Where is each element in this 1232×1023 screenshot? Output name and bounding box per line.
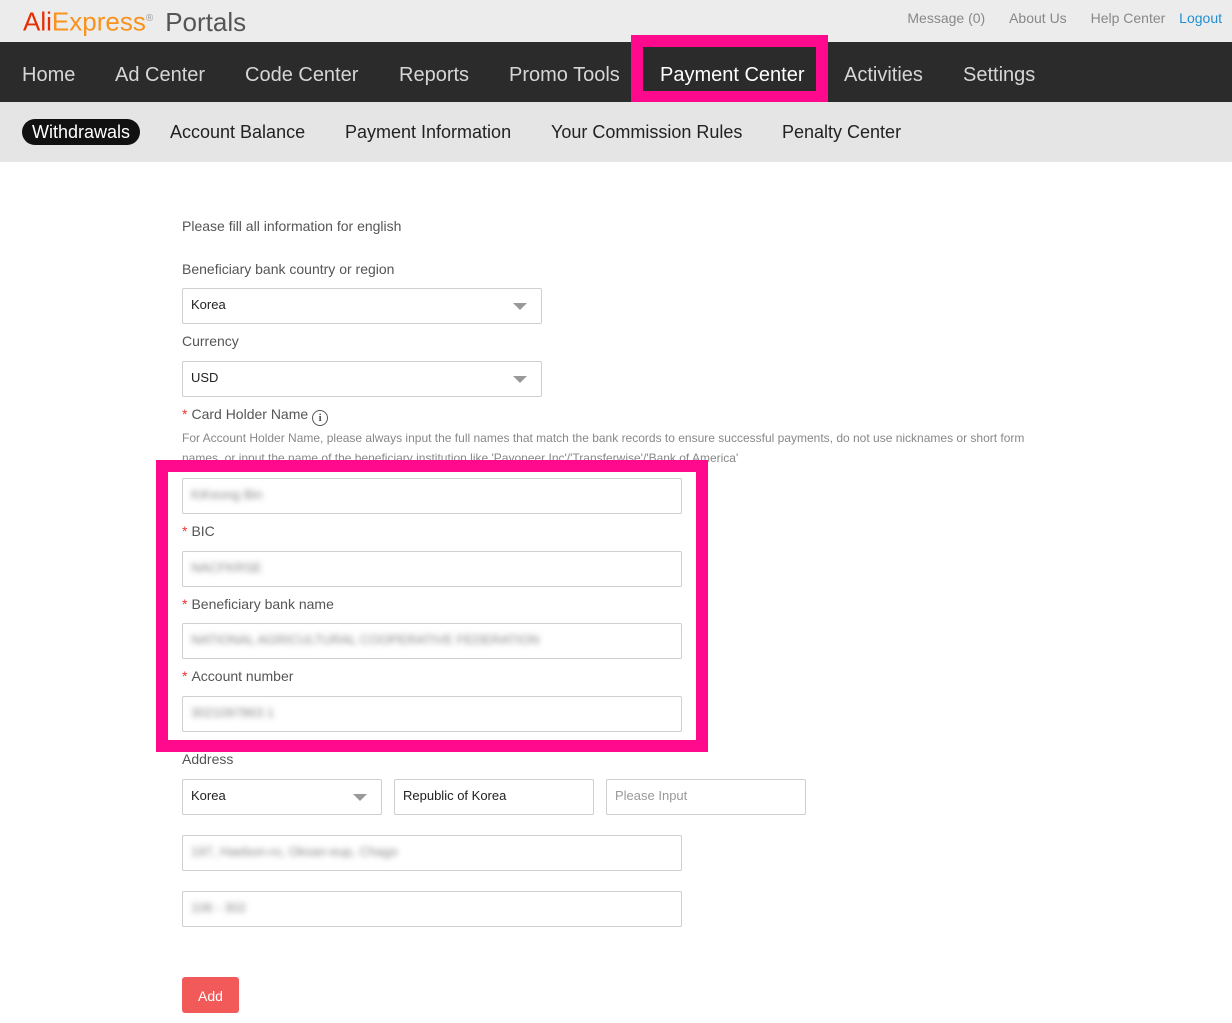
bic-value: NACFKRSE bbox=[191, 560, 262, 575]
chevron-down-icon bbox=[353, 794, 367, 801]
logout-link[interactable]: Logout bbox=[1179, 10, 1222, 26]
nav-home[interactable]: Home bbox=[22, 42, 75, 102]
subnav-payment-information[interactable]: Payment Information bbox=[345, 119, 511, 145]
card-holder-label: * Card Holder Name i bbox=[182, 406, 329, 426]
account-number-value: 3021097863 1 bbox=[191, 705, 275, 720]
account-number-input[interactable]: 3021097863 1 bbox=[182, 696, 682, 732]
bic-label-text: BIC bbox=[191, 523, 215, 539]
country-label: Beneficiary bank country or region bbox=[182, 261, 395, 277]
address-line1-value: 197, Haebon-ro, Oksan-eup, Chago bbox=[191, 844, 398, 859]
currency-select[interactable]: USD bbox=[182, 361, 542, 397]
currency-select-value: USD bbox=[191, 370, 219, 385]
card-holder-input[interactable]: KiKeong Bin bbox=[182, 478, 682, 514]
subnav-account-balance[interactable]: Account Balance bbox=[170, 119, 305, 145]
subnav-commission-rules[interactable]: Your Commission Rules bbox=[551, 119, 742, 145]
address-country-select[interactable]: Korea bbox=[182, 779, 382, 815]
bank-name-label: * Beneficiary bank name bbox=[182, 596, 334, 612]
bic-input[interactable]: NACFKRSE bbox=[182, 551, 682, 587]
nav-settings[interactable]: Settings bbox=[963, 42, 1035, 102]
address-line2-value: 106 - 302 bbox=[191, 900, 246, 915]
address-line2-input[interactable]: 106 - 302 bbox=[182, 891, 682, 927]
help-center-link[interactable]: Help Center bbox=[1091, 10, 1166, 26]
address-city-placeholder: Please Input bbox=[615, 788, 688, 803]
address-region-value: Republic of Korea bbox=[403, 788, 507, 803]
address-label: Address bbox=[182, 751, 234, 767]
subnav-penalty-center[interactable]: Penalty Center bbox=[782, 119, 901, 145]
logo-reg-mark: ® bbox=[145, 13, 154, 24]
nav-promo-tools[interactable]: Promo Tools bbox=[509, 42, 620, 102]
logo-ali-text: Ali bbox=[23, 6, 52, 37]
card-holder-label-text: Card Holder Name bbox=[191, 406, 309, 422]
nav-payment-center[interactable]: Payment Center bbox=[660, 42, 805, 102]
bank-name-value: NATIONAL AGRICULTURAL COOPERATIVE FEDERA… bbox=[191, 632, 540, 647]
account-number-label: * Account number bbox=[182, 668, 293, 684]
add-button[interactable]: Add bbox=[182, 977, 239, 1013]
top-links: Message (0) About Us Help Center Logout bbox=[891, 10, 1222, 26]
bic-label: * BIC bbox=[182, 523, 215, 539]
logo-express-text: Express bbox=[51, 6, 146, 37]
form-intro: Please fill all information for english bbox=[182, 218, 402, 234]
required-mark: * bbox=[182, 523, 188, 539]
address-country-value: Korea bbox=[191, 788, 226, 803]
nav-reports[interactable]: Reports bbox=[399, 42, 469, 102]
currency-label: Currency bbox=[182, 333, 239, 349]
required-mark: * bbox=[182, 668, 188, 684]
chevron-down-icon bbox=[513, 303, 527, 310]
sub-nav: Withdrawals Account Balance Payment Info… bbox=[0, 102, 1232, 162]
bank-name-input[interactable]: NATIONAL AGRICULTURAL COOPERATIVE FEDERA… bbox=[182, 623, 682, 659]
logo-portals-text: Portals bbox=[165, 6, 247, 37]
address-city-input[interactable]: Please Input bbox=[606, 779, 806, 815]
required-mark: * bbox=[182, 596, 188, 612]
message-link[interactable]: Message (0) bbox=[907, 10, 985, 26]
card-holder-value: KiKeong Bin bbox=[191, 487, 263, 502]
info-icon[interactable]: i bbox=[312, 410, 329, 426]
nav-code-center[interactable]: Code Center bbox=[245, 42, 358, 102]
bank-name-label-text: Beneficiary bank name bbox=[191, 596, 334, 612]
nav-activities[interactable]: Activities bbox=[844, 42, 923, 102]
account-number-label-text: Account number bbox=[191, 668, 294, 684]
address-region-input[interactable]: Republic of Korea bbox=[394, 779, 594, 815]
subnav-withdrawals[interactable]: Withdrawals bbox=[22, 119, 141, 145]
address-line1-input[interactable]: 197, Haebon-ro, Oksan-eup, Chago bbox=[182, 835, 682, 871]
chevron-down-icon bbox=[513, 376, 527, 383]
nav-ad-center[interactable]: Ad Center bbox=[115, 42, 205, 102]
top-bar: AliExpress® Portals Message (0) About Us … bbox=[0, 0, 1232, 42]
about-us-link[interactable]: About Us bbox=[1009, 10, 1067, 26]
country-select-value: Korea bbox=[191, 297, 226, 312]
required-mark: * bbox=[182, 406, 188, 422]
card-holder-hint: For Account Holder Name, please always i… bbox=[182, 431, 1025, 465]
main-nav: Home Ad Center Code Center Reports Promo… bbox=[0, 42, 1232, 102]
aliexpress-portals-logo[interactable]: AliExpress® Portals bbox=[23, 4, 246, 37]
country-select[interactable]: Korea bbox=[182, 288, 542, 324]
